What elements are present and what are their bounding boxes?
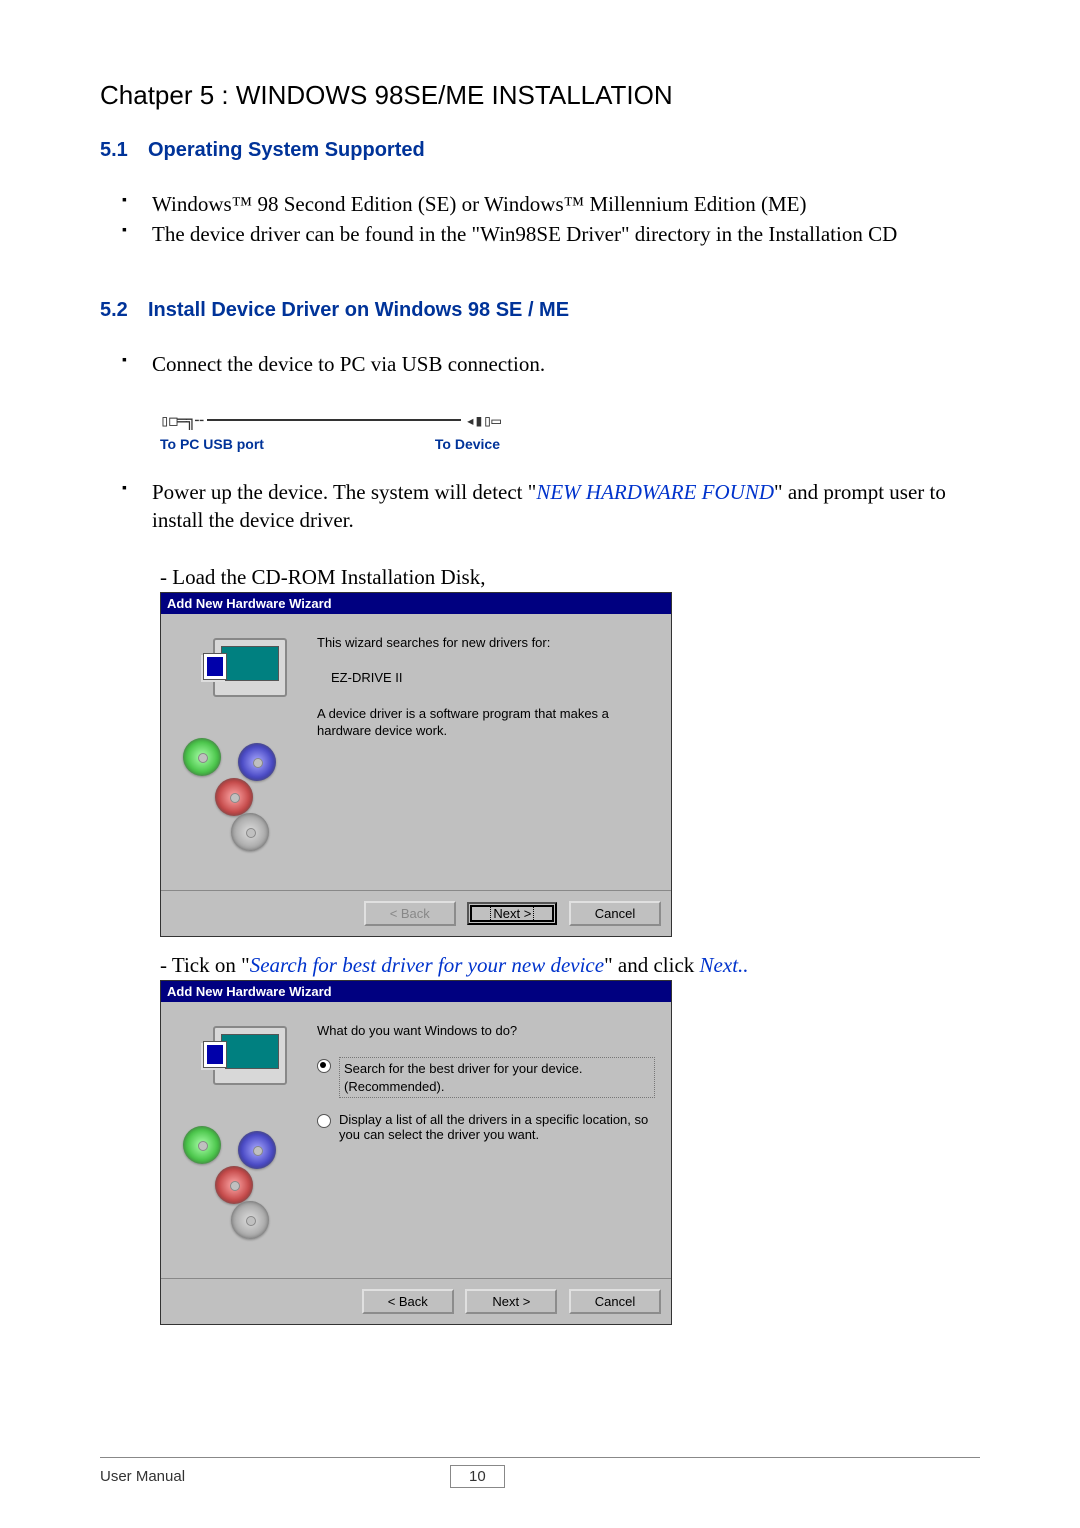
tick-search-instruction: - Tick on "Search for best driver for yo… xyxy=(160,953,980,978)
cd-red-icon xyxy=(215,1166,253,1204)
document-icon xyxy=(203,653,227,680)
wizard-1-titlebar: Add New Hardware Wizard xyxy=(161,593,671,614)
usb-connector-device-icon: ◂▮▯▭ xyxy=(465,411,500,430)
cd-green-icon xyxy=(183,1126,221,1164)
page-footer: User Manual 10 xyxy=(100,1465,980,1488)
section-5-1-heading: 5.1 Operating System Supported xyxy=(100,139,980,162)
section-5-2-title: Install Device Driver on Windows 98 SE /… xyxy=(148,299,569,322)
bullet-item: Windows™ 98 Second Edition (SE) or Windo… xyxy=(140,190,980,218)
chapter-prefix: Chatper 5 : xyxy=(100,80,236,110)
chapter-main: WINDOWS 98SE/ME INSTALLATION xyxy=(236,80,673,110)
chapter-heading: Chatper 5 : WINDOWS 98SE/ME INSTALLATION xyxy=(100,80,980,111)
cd-green-icon xyxy=(183,738,221,776)
usb-cable-diagram: ▯◻═╗╌ ◂▮▯▭ To PC USB port To Device xyxy=(160,408,500,458)
bullet-item: Power up the device. The system will det… xyxy=(140,478,980,535)
bullet-item: Connect the device to PC via USB connect… xyxy=(140,350,980,378)
usb-connector-pc-icon: ▯◻═╗╌ xyxy=(160,411,203,430)
section-5-2-heading: 5.2 Install Device Driver on Windows 98 … xyxy=(100,299,980,322)
section-5-1-title: Operating System Supported xyxy=(148,139,425,162)
wizard-1-body: This wizard searches for new drivers for… xyxy=(161,614,671,890)
wizard-1-text: This wizard searches for new drivers for… xyxy=(313,628,659,878)
tick-text-pre: - Tick on " xyxy=(160,953,250,977)
wizard-1-graphic xyxy=(173,628,313,878)
document-icon xyxy=(203,1041,227,1068)
cd-gray-icon xyxy=(231,1201,269,1239)
tick-text-next: Next.. xyxy=(700,953,749,977)
section-5-1-number: 5.1 xyxy=(100,139,148,162)
wizard-2-graphic xyxy=(173,1016,313,1266)
wizard-2-option-2-label: Display a list of all the drivers in a s… xyxy=(339,1112,655,1142)
tick-text-mid: " and click xyxy=(604,953,699,977)
wizard-2-prompt: What do you want Windows to do? xyxy=(317,1022,655,1040)
usb-left-label: To PC USB port xyxy=(160,436,264,452)
powerup-text-pre: Power up the device. The system will det… xyxy=(152,480,536,504)
radio-unchecked-icon[interactable] xyxy=(317,1114,331,1128)
section-5-1-bullets: Windows™ 98 Second Edition (SE) or Windo… xyxy=(100,190,980,249)
footer-divider xyxy=(100,1457,980,1458)
radio-checked-icon[interactable] xyxy=(317,1059,331,1073)
wizard-1-footer: < Back Next > Cancel xyxy=(161,890,671,936)
footer-page-number: 10 xyxy=(450,1465,505,1488)
load-cd-instruction: - Load the CD-ROM Installation Disk, xyxy=(160,565,980,590)
powerup-text-em: NEW HARDWARE FOUND xyxy=(536,480,774,504)
wizard-2-option-1-label: Search for the best driver for your devi… xyxy=(339,1057,655,1098)
wizard-2-option-1[interactable]: Search for the best driver for your devi… xyxy=(317,1057,655,1098)
wizard-1-back-button[interactable]: < Back xyxy=(364,901,456,926)
wizard-2-back-button[interactable]: < Back xyxy=(362,1289,454,1314)
cd-blue-icon xyxy=(238,1131,276,1169)
usb-cable-line xyxy=(207,419,461,421)
section-5-2-number: 5.2 xyxy=(100,299,148,322)
section-5-2-bullets-1: Connect the device to PC via USB connect… xyxy=(100,350,980,378)
wizard-2-next-button[interactable]: Next > xyxy=(465,1289,557,1314)
usb-right-label: To Device xyxy=(435,436,500,452)
wizard-2-titlebar: Add New Hardware Wizard xyxy=(161,981,671,1002)
wizard-1-cancel-button[interactable]: Cancel xyxy=(569,901,661,926)
wizard-1-line1: This wizard searches for new drivers for… xyxy=(317,634,655,652)
wizard-2-text: What do you want Windows to do? Search f… xyxy=(313,1016,659,1266)
document-page: Chatper 5 : WINDOWS 98SE/ME INSTALLATION… xyxy=(0,0,1080,1528)
hardware-wizard-dialog-2: Add New Hardware Wizard What do you want… xyxy=(160,980,672,1325)
section-5-2-bullets-2: Power up the device. The system will det… xyxy=(100,478,980,535)
cd-gray-icon xyxy=(231,813,269,851)
cd-red-icon xyxy=(215,778,253,816)
wizard-2-footer: < Back Next > Cancel xyxy=(161,1278,671,1324)
cd-blue-icon xyxy=(238,743,276,781)
usb-diagram-labels: To PC USB port To Device xyxy=(160,436,500,452)
bullet-item: The device driver can be found in the "W… xyxy=(140,220,980,248)
hardware-wizard-dialog-1: Add New Hardware Wizard This wizard sear… xyxy=(160,592,672,937)
wizard-2-body: What do you want Windows to do? Search f… xyxy=(161,1002,671,1278)
wizard-2-cancel-button[interactable]: Cancel xyxy=(569,1289,661,1314)
wizard-1-line2: A device driver is a software program th… xyxy=(317,705,655,740)
footer-label: User Manual xyxy=(100,1468,450,1485)
tick-text-em: Search for best driver for your new devi… xyxy=(250,953,604,977)
usb-diagram-graphic: ▯◻═╗╌ ◂▮▯▭ xyxy=(160,408,500,432)
wizard-1-device: EZ-DRIVE II xyxy=(331,669,655,687)
wizard-2-option-2[interactable]: Display a list of all the drivers in a s… xyxy=(317,1112,655,1142)
wizard-1-next-label: Next > xyxy=(491,906,533,921)
wizard-1-next-button[interactable]: Next > xyxy=(467,902,557,925)
